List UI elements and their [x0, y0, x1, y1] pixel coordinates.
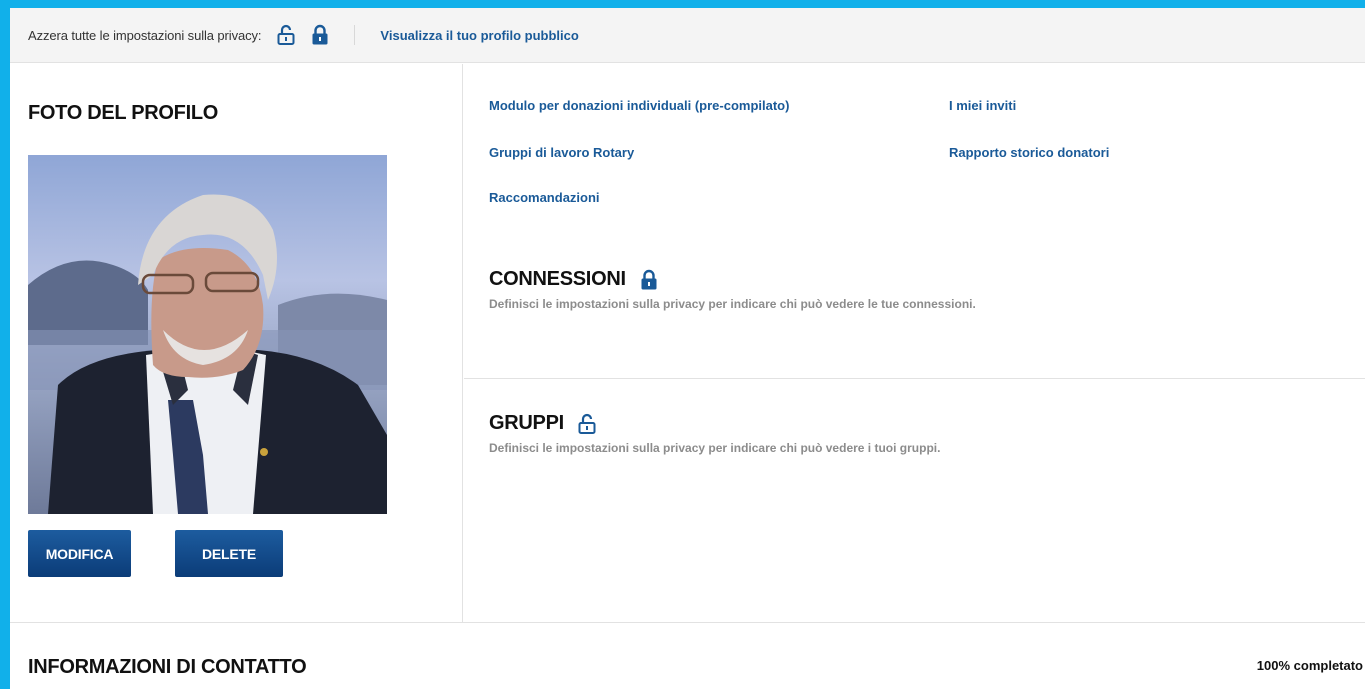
connections-description: Definisci le impostazioni sulla privacy …: [489, 297, 976, 311]
contact-info-title: INFORMAZIONI DI CONTATTO: [28, 656, 307, 678]
profile-photo: [28, 155, 387, 514]
recommendations-link[interactable]: Raccomandazioni: [489, 190, 600, 205]
groups-description: Definisci le impostazioni sulla privacy …: [489, 441, 941, 455]
profile-completion-status: 100% completato: [1256, 658, 1363, 673]
bar-divider: [354, 25, 356, 45]
lock-open-icon[interactable]: [578, 413, 596, 435]
my-invites-link[interactable]: I miei inviti: [949, 98, 1016, 113]
profile-links-section: Modulo per donazioni individuali (pre-co…: [464, 64, 1365, 623]
groups-section: GRUPPI Definisci le impostazioni sulla p…: [489, 412, 940, 455]
privacy-reset-label: Azzera tutte le impostazioni sulla priva…: [28, 27, 262, 43]
connections-title: CONNESSIONI: [489, 268, 626, 290]
profile-photo-title: FOTO DEL PROFILO: [28, 102, 219, 124]
donation-form-link[interactable]: Modulo per donazioni individuali (pre-co…: [489, 98, 789, 113]
view-public-profile-link[interactable]: Visualizza il tuo profilo pubblico: [380, 28, 578, 43]
lock-closed-icon[interactable]: [311, 24, 329, 46]
edit-photo-button[interactable]: MODIFICA: [28, 530, 131, 577]
profile-photo-section: FOTO DEL PROFILO MODIFICA DELETE: [10, 64, 463, 623]
delete-photo-button[interactable]: DELETE: [175, 530, 283, 577]
privacy-bar: Azzera tutte le impostazioni sulla priva…: [10, 8, 1365, 63]
donor-history-report-link[interactable]: Rapporto storico donatori: [949, 145, 1109, 160]
section-divider: [10, 622, 1365, 623]
groups-title: GRUPPI: [489, 412, 564, 434]
lock-closed-icon[interactable]: [640, 269, 658, 291]
lock-open-icon[interactable]: [277, 24, 295, 46]
rotary-action-groups-link[interactable]: Gruppi di lavoro Rotary: [489, 145, 634, 160]
section-divider: [464, 378, 1365, 379]
connections-section: CONNESSIONI Definisci le impostazioni su…: [489, 268, 976, 311]
profile-page: Azzera tutte le impostazioni sulla priva…: [10, 8, 1365, 689]
